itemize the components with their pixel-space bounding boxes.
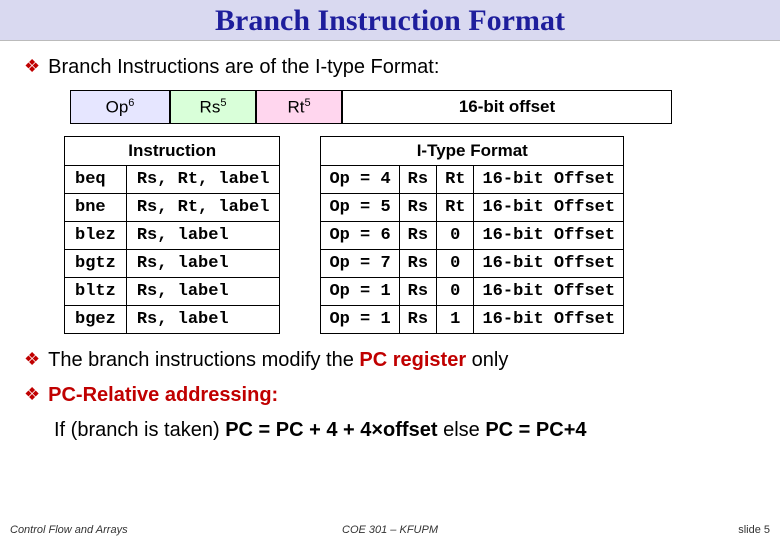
offset-cell: 16-bit Offset: [474, 250, 624, 278]
rt-cell: Rt: [437, 194, 474, 222]
rt-cell: 0: [437, 278, 474, 306]
op-cell: Op = 5: [321, 194, 399, 222]
bullet-4-text-a: If (branch is taken): [54, 419, 225, 441]
rt-cell: Rt: [437, 166, 474, 194]
op-cell: Op = 4: [321, 166, 399, 194]
format-table-header: I-Type Format: [321, 137, 624, 166]
slide: Branch Instruction Format ❖ Branch Instru…: [0, 0, 780, 540]
instruction-table: Instruction beqRs, Rt, label bneRs, Rt, …: [64, 136, 280, 334]
bullet-4-text-b: else: [438, 419, 486, 441]
operands-cell: Rs, label: [126, 278, 280, 306]
bullet-1-text: Branch Instructions are of the I-type Fo…: [48, 56, 439, 78]
op-cell: Op = 6: [321, 222, 399, 250]
field-op: Op6: [70, 90, 170, 124]
offset-cell: 16-bit Offset: [474, 166, 624, 194]
offset-cell: 16-bit Offset: [474, 278, 624, 306]
op-cell: Op = 7: [321, 250, 399, 278]
rt-cell: 1: [437, 306, 474, 334]
footer: Control Flow and Arrays COE 301 – KFUPM …: [0, 524, 780, 536]
bullet-3-text: PC-Relative addressing:: [48, 384, 278, 406]
table-row: blezRs, label: [65, 222, 280, 250]
rt-cell: 0: [437, 222, 474, 250]
op-cell: Op = 1: [321, 278, 399, 306]
rs-cell: Rs: [399, 166, 436, 194]
page-title: Branch Instruction Format: [0, 4, 780, 38]
mnemonic-cell: beq: [65, 166, 127, 194]
field-rs-bits: 5: [220, 97, 226, 109]
bullet-4-text-bold1: PC = PC + 4 + 4×offset: [225, 419, 437, 441]
operands-cell: Rs, Rt, label: [126, 166, 280, 194]
table-row: Op = 1Rs016-bit Offset: [321, 278, 624, 306]
field-op-bits: 6: [128, 97, 134, 109]
rs-cell: Rs: [399, 278, 436, 306]
diamond-icon: ❖: [24, 349, 40, 369]
bullet-4-text-bold2: PC = PC+4: [485, 419, 586, 441]
bullet-4: If (branch is taken) PC = PC + 4 + 4×off…: [54, 418, 756, 443]
diamond-icon: ❖: [24, 56, 40, 76]
format-table: I-Type Format Op = 4RsRt16-bit Offset Op…: [320, 136, 624, 334]
mnemonic-cell: blez: [65, 222, 127, 250]
field-rt-bits: 5: [304, 97, 310, 109]
table-row: Op = 5RsRt16-bit Offset: [321, 194, 624, 222]
rs-cell: Rs: [399, 194, 436, 222]
table-row: Op = 1Rs116-bit Offset: [321, 306, 624, 334]
field-op-label: Op: [106, 97, 129, 116]
table-row: Op = 6Rs016-bit Offset: [321, 222, 624, 250]
table-row: bgezRs, label: [65, 306, 280, 334]
mnemonic-cell: bgez: [65, 306, 127, 334]
field-rs: Rs5: [170, 90, 256, 124]
mnemonic-cell: bgtz: [65, 250, 127, 278]
bullet-2-text-b: only: [466, 349, 508, 371]
bullet-2: ❖ The branch instructions modify the PC r…: [24, 348, 756, 373]
field-rt: Rt5: [256, 90, 342, 124]
operands-cell: Rs, label: [126, 306, 280, 334]
operands-cell: Rs, Rt, label: [126, 194, 280, 222]
slide-body: ❖ Branch Instructions are of the I-type F…: [0, 41, 780, 443]
title-band: Branch Instruction Format: [0, 0, 780, 41]
offset-cell: 16-bit Offset: [474, 194, 624, 222]
rs-cell: Rs: [399, 250, 436, 278]
table-row: bgtzRs, label: [65, 250, 280, 278]
offset-cell: 16-bit Offset: [474, 222, 624, 250]
operands-cell: Rs, label: [126, 250, 280, 278]
tables-row: Instruction beqRs, Rt, label bneRs, Rt, …: [64, 136, 756, 334]
table-row: Op = 7Rs016-bit Offset: [321, 250, 624, 278]
format-diagram: Op6 Rs5 Rt5 16-bit offset: [70, 90, 756, 124]
field-rt-label: Rt: [287, 97, 304, 116]
operands-cell: Rs, label: [126, 222, 280, 250]
bullet-2-text-a: The branch instructions modify the: [48, 349, 359, 371]
field-rs-label: Rs: [200, 97, 221, 116]
footer-center: COE 301 – KFUPM: [0, 524, 780, 536]
field-offset: 16-bit offset: [342, 90, 672, 124]
bullet-2-text-bold: PC register: [359, 349, 466, 371]
rt-cell: 0: [437, 250, 474, 278]
table-row: bneRs, Rt, label: [65, 194, 280, 222]
rs-cell: Rs: [399, 222, 436, 250]
bullet-1: ❖ Branch Instructions are of the I-type F…: [24, 55, 756, 80]
rs-cell: Rs: [399, 306, 436, 334]
table-row: Op = 4RsRt16-bit Offset: [321, 166, 624, 194]
table-row: beqRs, Rt, label: [65, 166, 280, 194]
op-cell: Op = 1: [321, 306, 399, 334]
diamond-icon: ❖: [24, 384, 40, 404]
offset-cell: 16-bit Offset: [474, 306, 624, 334]
mnemonic-cell: bltz: [65, 278, 127, 306]
table-row: bltzRs, label: [65, 278, 280, 306]
mnemonic-cell: bne: [65, 194, 127, 222]
instruction-table-header: Instruction: [65, 137, 280, 166]
bullet-3: ❖ PC-Relative addressing:: [24, 383, 756, 408]
